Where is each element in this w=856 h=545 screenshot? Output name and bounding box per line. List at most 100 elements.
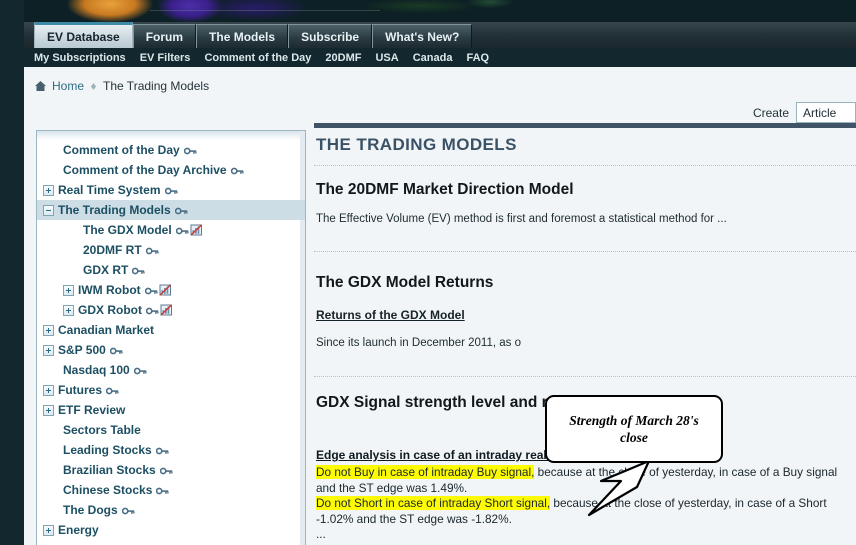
sidebar-item-label: S&P 500 (58, 343, 106, 357)
subnav-item-faq[interactable]: FAQ (466, 52, 489, 64)
site-banner (0, 0, 856, 22)
buy-signal-rest: because at the close of yesterday, in ca… (534, 465, 838, 479)
section-3-heading: GDX Signal strength level and real time … (316, 394, 670, 411)
expand-icon[interactable] (43, 524, 54, 536)
key-icon (230, 165, 244, 175)
expand-icon[interactable] (63, 304, 74, 316)
key-icon (144, 285, 158, 295)
secondary-nav-bar: My Subscriptions EV Filters Comment of the… (0, 48, 856, 67)
sidebar-item-the-dogs[interactable]: The Dogs (37, 500, 305, 520)
sidebar-item-comment-of-the-day-archive[interactable]: Comment of the Day Archive (37, 160, 305, 180)
sidebar-item-the-trading-models[interactable]: The Trading Models (37, 200, 305, 220)
expand-icon[interactable] (43, 324, 54, 336)
subnav-item-my-subscriptions[interactable]: My Subscriptions (34, 52, 126, 64)
sidebar-item-brazilian-stocks[interactable]: Brazilian Stocks (37, 460, 305, 480)
subnav-item-20dmf[interactable]: 20DMF (325, 52, 361, 64)
sidebar-item-the-gdx-model[interactable]: The GDX Model (37, 220, 305, 240)
primary-tabs: EV Database Forum The Models Subscribe What'… (34, 22, 473, 48)
page-title: THE TRADING MODELS (316, 135, 517, 154)
sidebar-item-label: The Trading Models (58, 203, 171, 217)
sidebar-item-label: Canadian Market (58, 323, 155, 337)
key-icon (145, 305, 159, 315)
chart-icon (190, 224, 203, 236)
sidebar-item-label: Comment of the Day (63, 143, 180, 157)
expand-icon[interactable] (63, 284, 74, 296)
section-2-heading: The GDX Model Returns (316, 274, 494, 291)
sidebar-item-iwm-robot[interactable]: IWM Robot (37, 280, 305, 300)
sidebar-item-s-p-500[interactable]: S&P 500 (37, 340, 305, 360)
sidebar-item-energy[interactable]: Energy (37, 520, 305, 540)
breadcrumb: Home The Trading Models (34, 79, 209, 93)
sidebar-item-label: 20DMF RT (83, 243, 142, 257)
tab-forum[interactable]: Forum (132, 24, 197, 48)
edge-analysis-subheading: Edge analysis in case of an intraday rea… (316, 448, 671, 462)
section-1-heading: The 20DMF Market Direction Model (316, 181, 574, 198)
sidebar-item-etf-review[interactable]: ETF Review (37, 400, 305, 420)
sidebar-item-chinese-stocks[interactable]: Chinese Stocks (37, 480, 305, 500)
sidebar-item-leading-stocks[interactable]: Leading Stocks (37, 440, 305, 460)
section-2-body: Since its launch in December 2011, as o (316, 337, 521, 349)
key-icon (159, 465, 173, 475)
sidebar-item-gdx-robot[interactable]: GDX Robot (37, 300, 305, 320)
expand-icon[interactable] (43, 184, 54, 196)
sidebar-item-label: IWM Robot (78, 283, 141, 297)
sidebar-item-label: Nasdaq 100 (63, 363, 130, 377)
create-type-value: Article (803, 105, 837, 120)
expand-icon[interactable] (43, 344, 54, 356)
edge-analysis-paragraph: Do not Buy in case of intraday Buy signa… (316, 465, 856, 527)
collapse-icon[interactable] (43, 204, 54, 216)
subnav-item-comment-of-the-day[interactable]: Comment of the Day (204, 52, 311, 64)
banner-divider-line (150, 10, 380, 11)
banner-left-rail (0, 0, 24, 22)
sidebar-item-label: Chinese Stocks (63, 483, 153, 497)
sidebar-item-20dmf-rt[interactable]: 20DMF RT (37, 240, 305, 260)
divider-3 (314, 376, 856, 377)
short-signal-line4: -1.02% and the ST edge was -1.82%. (316, 511, 512, 526)
tab-label: Subscribe (301, 29, 360, 44)
tab-the-models[interactable]: The Models (196, 24, 289, 48)
sidebar-item-label: Energy (58, 523, 99, 537)
create-label: Create (752, 105, 789, 120)
subnav-item-usa[interactable]: USA (375, 52, 398, 64)
subnav-item-canada[interactable]: Canada (413, 52, 453, 64)
sidebar-item-label: Leading Stocks (63, 443, 152, 457)
breadcrumb-separator-icon (89, 81, 98, 91)
sidebar-item-label: Sectors Table (63, 423, 141, 437)
key-icon (132, 265, 145, 275)
expand-icon[interactable] (43, 404, 54, 416)
sidebar-item-sectors-table[interactable]: Sectors Table (37, 420, 305, 440)
returns-of-gdx-model-link[interactable]: Returns of the GDX Model (316, 308, 465, 322)
tab-label: What's New? (385, 29, 460, 44)
sidebar-item-materials[interactable]: Materials (37, 540, 305, 545)
key-icon (164, 185, 178, 195)
short-signal-rest: because at the close of yesterday, in ca… (550, 496, 827, 510)
create-type-select[interactable]: Article (796, 102, 856, 123)
app-window: EV Database Forum The Models Subscribe What'… (0, 0, 856, 545)
sidebar-item-nasdaq-100[interactable]: Nasdaq 100 (37, 360, 305, 380)
sidebar-item-label: The Dogs (63, 503, 118, 517)
content-ellipsis: ... (316, 527, 326, 541)
tab-subscribe[interactable]: Subscribe (288, 24, 373, 48)
subnav-item-ev-filters[interactable]: EV Filters (140, 52, 191, 64)
expand-icon[interactable] (43, 384, 54, 396)
sidebar-nav-panel: Comment of the Day Comment of the Day Arc… (36, 130, 306, 545)
sidebar-item-comment-of-the-day[interactable]: Comment of the Day (37, 140, 305, 160)
sidebar-top-gradient (37, 131, 305, 140)
key-icon (156, 485, 169, 495)
key-icon (121, 505, 135, 515)
page-body: Home The Trading Models Create Article C… (24, 67, 856, 545)
divider-1 (314, 165, 856, 166)
sidebar-item-gdx-rt[interactable]: GDX RT (37, 260, 305, 280)
breadcrumb-home-link[interactable]: Home (52, 79, 84, 93)
tab-what-s-new[interactable]: What's New? (372, 24, 473, 48)
tab-ev-database[interactable]: EV Database (34, 22, 133, 48)
key-icon (174, 205, 188, 215)
sidebar-item-label: GDX Robot (78, 303, 142, 317)
sidebar-item-real-time-system[interactable]: Real Time System (37, 180, 305, 200)
sidebar-item-futures[interactable]: Futures (37, 380, 305, 400)
banner-artwork-secondary (300, 0, 600, 22)
chart-icon (160, 304, 173, 316)
sidebar-item-canadian-market[interactable]: Canadian Market (37, 320, 305, 340)
divider-2 (314, 251, 856, 252)
chart-icon (159, 284, 172, 296)
